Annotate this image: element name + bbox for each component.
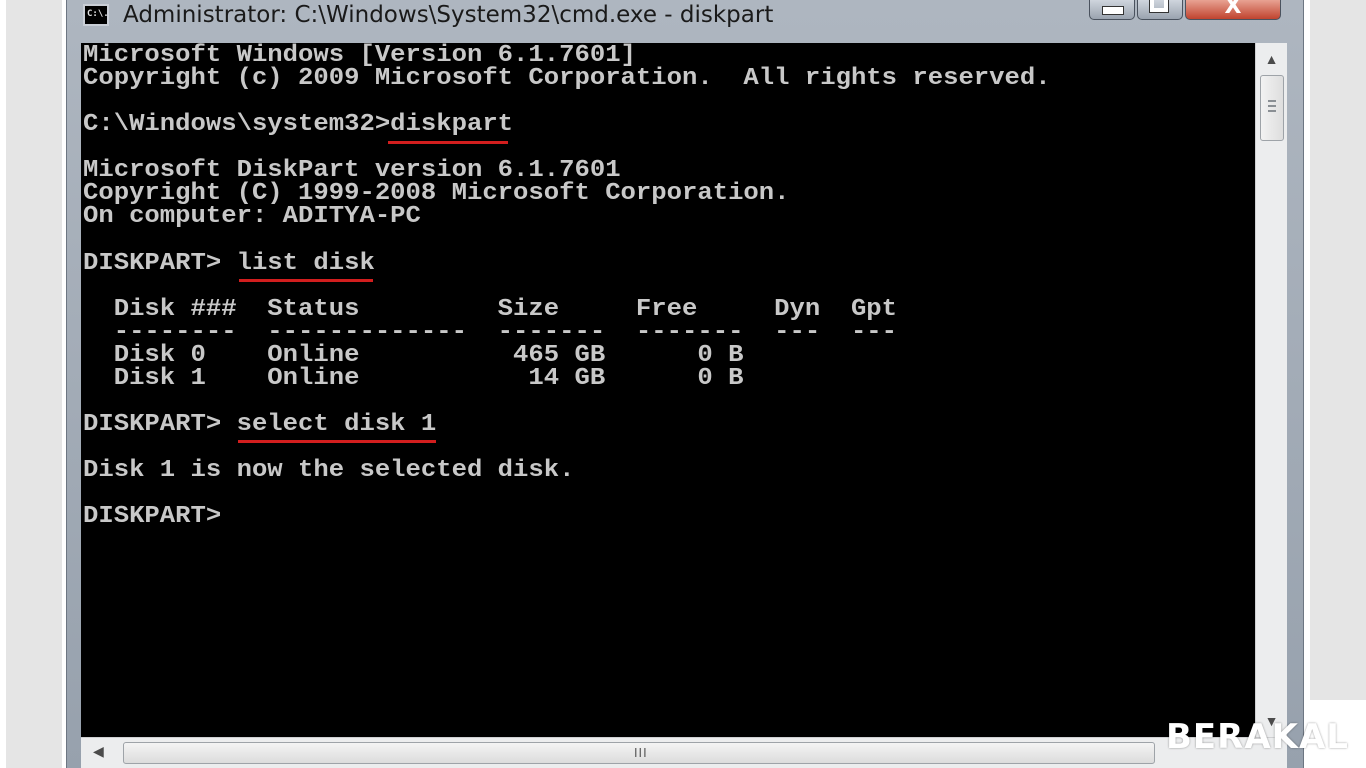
disk-table-row: Disk 0 Online 465 GB 0 B (83, 341, 744, 369)
horizontal-scroll-thumb[interactable]: III (123, 742, 1155, 764)
console-prompt: DISKPART> (83, 502, 222, 530)
console-line-command-list-disk: DISKPART> list disk (83, 249, 375, 277)
grip-icon: III (634, 746, 648, 760)
right-page-margin (1310, 0, 1366, 700)
scroll-left-icon[interactable]: ◀ (93, 743, 104, 760)
scroll-up-icon[interactable]: ▲ (1256, 51, 1287, 67)
close-icon: X (1224, 0, 1242, 19)
console-line: On computer: ADITYA-PC (83, 202, 421, 230)
title-bar[interactable]: C:\. Administrator: C:\Windows\System32\… (67, 0, 1303, 34)
console-line: Microsoft Windows [Version 6.1.7601] (83, 43, 636, 69)
console-line: Microsoft DiskPart version 6.1.7601 (83, 156, 621, 184)
grip-line (1268, 100, 1276, 102)
minimize-icon (1102, 6, 1124, 15)
maximize-button[interactable] (1137, 0, 1183, 20)
close-button[interactable]: X (1185, 0, 1281, 20)
grip-line (1268, 110, 1276, 112)
diskpart-underline (388, 141, 508, 144)
grip-line (1268, 105, 1276, 107)
maximize-icon (1149, 0, 1169, 13)
list-disk-underline (239, 279, 373, 282)
console-line-command-diskpart: C:\Windows\system32>diskpart (83, 110, 514, 138)
horizontal-scrollbar[interactable]: ◀ III (81, 737, 1287, 768)
console-output[interactable]: Microsoft Windows [Version 6.1.7601] Cop… (81, 43, 1255, 737)
berakal-watermark-logo: BERAKAL (1166, 717, 1349, 757)
console-line-command-select-disk: DISKPART> select disk 1 (83, 410, 437, 438)
vertical-scroll-thumb[interactable] (1260, 75, 1284, 141)
console-line: Copyright (C) 1999-2008 Microsoft Corpor… (83, 179, 790, 207)
cmd-window: C:\. Administrator: C:\Windows\System32\… (66, 0, 1304, 768)
console-line: Disk 1 is now the selected disk. (83, 456, 575, 484)
disk-table-header: Disk ### Status Size Free Dyn Gpt (83, 295, 898, 323)
disk-table-row: Disk 1 Online 14 GB 0 B (83, 364, 744, 392)
cmd-icon: C:\. (83, 4, 109, 26)
console-line: Copyright (c) 2009 Microsoft Corporation… (83, 64, 1051, 92)
window-title: Administrator: C:\Windows\System32\cmd.e… (123, 2, 774, 28)
disk-table-separator: -------- ------------- ------- ------- -… (83, 318, 898, 346)
left-page-margin (6, 0, 62, 768)
minimize-button[interactable] (1089, 0, 1135, 20)
select-disk-underline (238, 440, 436, 443)
vertical-scrollbar[interactable]: ▲ ▼ (1255, 43, 1287, 737)
